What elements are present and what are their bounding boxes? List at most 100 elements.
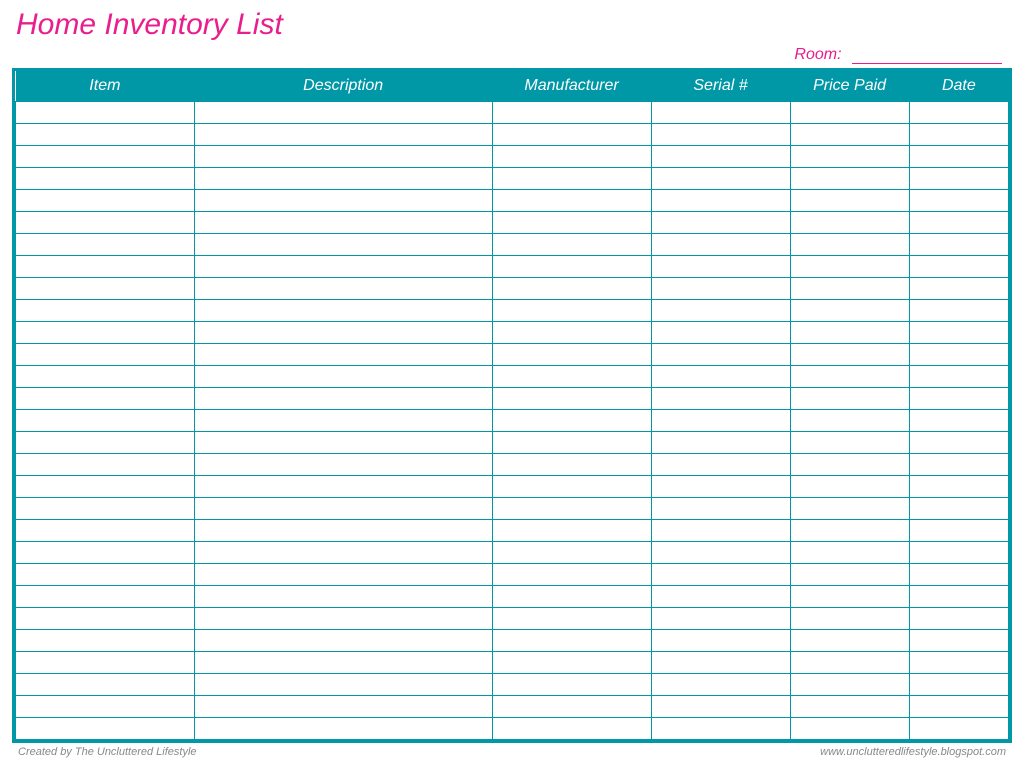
cell-price_paid[interactable] bbox=[790, 278, 909, 300]
cell-manufacturer[interactable] bbox=[492, 124, 651, 146]
cell-description[interactable] bbox=[194, 322, 492, 344]
cell-description[interactable] bbox=[194, 300, 492, 322]
cell-price_paid[interactable] bbox=[790, 322, 909, 344]
cell-serial[interactable] bbox=[651, 410, 790, 432]
cell-description[interactable] bbox=[194, 388, 492, 410]
cell-manufacturer[interactable] bbox=[492, 630, 651, 652]
cell-price_paid[interactable] bbox=[790, 168, 909, 190]
cell-manufacturer[interactable] bbox=[492, 674, 651, 696]
cell-price_paid[interactable] bbox=[790, 608, 909, 630]
cell-description[interactable] bbox=[194, 234, 492, 256]
cell-serial[interactable] bbox=[651, 520, 790, 542]
cell-item[interactable] bbox=[16, 410, 195, 432]
cell-price_paid[interactable] bbox=[790, 542, 909, 564]
cell-manufacturer[interactable] bbox=[492, 652, 651, 674]
cell-price_paid[interactable] bbox=[790, 498, 909, 520]
cell-description[interactable] bbox=[194, 278, 492, 300]
cell-description[interactable] bbox=[194, 344, 492, 366]
cell-item[interactable] bbox=[16, 190, 195, 212]
cell-date[interactable] bbox=[909, 718, 1008, 740]
cell-manufacturer[interactable] bbox=[492, 586, 651, 608]
cell-date[interactable] bbox=[909, 212, 1008, 234]
cell-price_paid[interactable] bbox=[790, 234, 909, 256]
cell-manufacturer[interactable] bbox=[492, 212, 651, 234]
cell-serial[interactable] bbox=[651, 256, 790, 278]
cell-description[interactable] bbox=[194, 586, 492, 608]
cell-manufacturer[interactable] bbox=[492, 388, 651, 410]
cell-description[interactable] bbox=[194, 652, 492, 674]
cell-date[interactable] bbox=[909, 498, 1008, 520]
cell-date[interactable] bbox=[909, 234, 1008, 256]
cell-description[interactable] bbox=[194, 432, 492, 454]
cell-date[interactable] bbox=[909, 410, 1008, 432]
cell-date[interactable] bbox=[909, 586, 1008, 608]
cell-description[interactable] bbox=[194, 718, 492, 740]
cell-serial[interactable] bbox=[651, 102, 790, 124]
cell-description[interactable] bbox=[194, 212, 492, 234]
cell-item[interactable] bbox=[16, 454, 195, 476]
cell-manufacturer[interactable] bbox=[492, 300, 651, 322]
cell-item[interactable] bbox=[16, 388, 195, 410]
cell-serial[interactable] bbox=[651, 300, 790, 322]
cell-price_paid[interactable] bbox=[790, 124, 909, 146]
cell-serial[interactable] bbox=[651, 586, 790, 608]
cell-price_paid[interactable] bbox=[790, 344, 909, 366]
cell-manufacturer[interactable] bbox=[492, 542, 651, 564]
cell-price_paid[interactable] bbox=[790, 300, 909, 322]
cell-price_paid[interactable] bbox=[790, 212, 909, 234]
cell-description[interactable] bbox=[194, 256, 492, 278]
cell-serial[interactable] bbox=[651, 498, 790, 520]
cell-date[interactable] bbox=[909, 322, 1008, 344]
cell-item[interactable] bbox=[16, 608, 195, 630]
cell-serial[interactable] bbox=[651, 432, 790, 454]
cell-price_paid[interactable] bbox=[790, 564, 909, 586]
cell-item[interactable] bbox=[16, 146, 195, 168]
cell-date[interactable] bbox=[909, 454, 1008, 476]
cell-manufacturer[interactable] bbox=[492, 498, 651, 520]
cell-serial[interactable] bbox=[651, 124, 790, 146]
cell-price_paid[interactable] bbox=[790, 674, 909, 696]
cell-item[interactable] bbox=[16, 102, 195, 124]
cell-date[interactable] bbox=[909, 344, 1008, 366]
cell-serial[interactable] bbox=[651, 696, 790, 718]
cell-price_paid[interactable] bbox=[790, 432, 909, 454]
cell-serial[interactable] bbox=[651, 388, 790, 410]
cell-date[interactable] bbox=[909, 124, 1008, 146]
cell-manufacturer[interactable] bbox=[492, 564, 651, 586]
cell-price_paid[interactable] bbox=[790, 410, 909, 432]
cell-item[interactable] bbox=[16, 652, 195, 674]
cell-manufacturer[interactable] bbox=[492, 454, 651, 476]
cell-serial[interactable] bbox=[651, 476, 790, 498]
cell-price_paid[interactable] bbox=[790, 454, 909, 476]
cell-item[interactable] bbox=[16, 564, 195, 586]
cell-item[interactable] bbox=[16, 212, 195, 234]
cell-description[interactable] bbox=[194, 498, 492, 520]
cell-manufacturer[interactable] bbox=[492, 234, 651, 256]
cell-serial[interactable] bbox=[651, 608, 790, 630]
cell-price_paid[interactable] bbox=[790, 190, 909, 212]
cell-date[interactable] bbox=[909, 476, 1008, 498]
cell-description[interactable] bbox=[194, 168, 492, 190]
cell-serial[interactable] bbox=[651, 366, 790, 388]
cell-price_paid[interactable] bbox=[790, 718, 909, 740]
cell-description[interactable] bbox=[194, 454, 492, 476]
cell-item[interactable] bbox=[16, 696, 195, 718]
cell-date[interactable] bbox=[909, 630, 1008, 652]
cell-date[interactable] bbox=[909, 256, 1008, 278]
cell-date[interactable] bbox=[909, 168, 1008, 190]
cell-date[interactable] bbox=[909, 146, 1008, 168]
cell-item[interactable] bbox=[16, 234, 195, 256]
cell-manufacturer[interactable] bbox=[492, 476, 651, 498]
cell-item[interactable] bbox=[16, 256, 195, 278]
cell-manufacturer[interactable] bbox=[492, 432, 651, 454]
cell-serial[interactable] bbox=[651, 168, 790, 190]
cell-item[interactable] bbox=[16, 520, 195, 542]
cell-description[interactable] bbox=[194, 190, 492, 212]
cell-serial[interactable] bbox=[651, 212, 790, 234]
cell-date[interactable] bbox=[909, 102, 1008, 124]
cell-serial[interactable] bbox=[651, 234, 790, 256]
cell-description[interactable] bbox=[194, 146, 492, 168]
cell-manufacturer[interactable] bbox=[492, 520, 651, 542]
cell-manufacturer[interactable] bbox=[492, 102, 651, 124]
cell-date[interactable] bbox=[909, 190, 1008, 212]
